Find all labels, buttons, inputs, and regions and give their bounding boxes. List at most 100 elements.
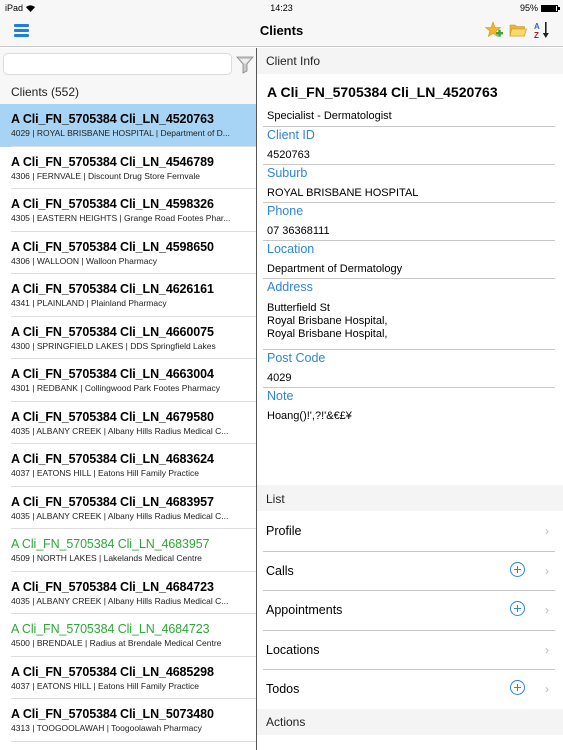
client-list-item[interactable]: A Cli_FN_5705384 Cli_LN_4679580 4035 | AL…: [0, 402, 256, 445]
client-subtitle: 4500 | BRENDALE | Radius at Brendale Med…: [11, 638, 222, 648]
client-list-item[interactable]: A Cli_FN_5705384 Cli_LN_4626161 4341 | PL…: [0, 274, 256, 317]
field-value: 4029: [267, 372, 292, 384]
client-subtitle: 4301 | REDBANK | Collingwood Park Footes…: [11, 383, 220, 393]
client-name: A Cli_FN_5705384 Cli_LN_4683957: [11, 537, 210, 551]
client-name: A Cli_FN_5705384 Cli_LN_4660075: [11, 324, 214, 339]
chevron-right-icon: ›: [545, 682, 549, 696]
client-subtitle: 4305 | EASTERN HEIGHTS | Grange Road Foo…: [11, 213, 231, 223]
chevron-right-icon: ›: [545, 563, 549, 578]
client-name: A Cli_FN_5705384 Cli_LN_4684723: [11, 579, 214, 594]
client-list-pane: Clients (552) A Cli_FN_5705384 Cli_LN_45…: [0, 48, 256, 750]
field-note: Note Hoang()!',?!'&€£¥: [257, 387, 563, 485]
field-label: Location: [267, 242, 315, 256]
client-subtitle: 4035 | ALBANY CREEK | Albany Hills Radiu…: [11, 595, 229, 606]
add-circle-icon[interactable]: [510, 601, 525, 616]
client-list-item[interactable]: A Cli_FN_5705384 Cli_LN_4546789 4306 | FE…: [0, 147, 256, 190]
field-post-code: Post Code 4029: [257, 349, 563, 387]
client-list-item[interactable]: A Cli_FN_5705384 Cli_LN_5073480 4313 | TO…: [0, 699, 256, 742]
battery-icon: [541, 4, 560, 12]
client-list-item[interactable]: A Cli_FN_5705384 Cli_LN_4660075 4300 | SP…: [0, 317, 256, 360]
client-subtitle: 4037 | EATONS HILL | Eatons Hill Family …: [11, 680, 200, 691]
client-subtitle: 4037 | EATONS HILL | Eatons Hill Family …: [11, 468, 200, 478]
list-row-todos[interactable]: Todos ›: [257, 669, 563, 709]
add-circle-icon[interactable]: [510, 680, 525, 695]
client-list-item[interactable]: A Cli_FN_5705384 Cli_LN_4683624 4037 | EA…: [0, 444, 256, 487]
add-favorite-button[interactable]: [484, 21, 503, 39]
client-name: A Cli_FN_5705384 Cli_LN_4679580: [11, 409, 214, 424]
actions-section-header: Actions: [257, 708, 563, 735]
client-name: A Cli_FN_5705384 Cli_LN_4520763: [267, 84, 498, 100]
client-subtitle: 4300 | SPRINGFIELD LAKES | DDS Springfie…: [11, 340, 216, 351]
field-suburb: Suburb ROYAL BRISBANE HOSPITAL: [257, 164, 563, 202]
client-list-item[interactable]: A Cli_FN_5705384 Cli_LN_4663004 4301 | RE…: [0, 359, 256, 402]
client-name: A Cli_FN_5705384 Cli_LN_4683624: [11, 452, 214, 466]
client-list-item[interactable]: A Cli_FN_5705384 Cli_LN_4683957 4035 | AL…: [0, 487, 256, 530]
client-list-item[interactable]: A Cli_FN_5705384 Cli_LN_4684723 4035 | AL…: [0, 572, 256, 615]
client-list-item[interactable]: A Cli_FN_5705384 Cli_LN_4683957 4509 | NO…: [0, 529, 256, 572]
phone-link[interactable]: 07 36368111: [267, 222, 563, 240]
field-phone: Phone 07 36368111: [257, 202, 563, 240]
star-plus-icon: [484, 21, 503, 38]
field-label: Suburb: [267, 166, 308, 180]
list-row-label: Appointments: [266, 603, 343, 617]
list-row-label: Todos: [266, 682, 300, 696]
client-name: A Cli_FN_5705384 Cli_LN_4685298: [11, 664, 214, 679]
client-name: A Cli_FN_5705384 Cli_LN_4598650: [11, 239, 214, 254]
chevron-right-icon: ›: [545, 642, 549, 657]
field-label: Address: [267, 280, 313, 294]
folder-icon: [509, 24, 527, 37]
client-subtitle: 4313 | TOOGOOLAWAH | Toogoolawah Pharmac…: [11, 723, 202, 733]
client-subtitle: 4029 | ROYAL BRISBANE HOSPITAL | Departm…: [11, 128, 230, 138]
clients-count-header: Clients (552): [0, 80, 256, 104]
client-name: A Cli_FN_5705384 Cli_LN_4684723: [11, 622, 210, 636]
client-name: A Cli_FN_5705384 Cli_LN_4683957: [11, 494, 214, 509]
navigation-bar: Clients A Z: [0, 16, 563, 47]
list-row-locations[interactable]: Locations ›: [257, 629, 563, 670]
battery: 95%: [520, 3, 560, 13]
client-name: A Cli_FN_5705384 Cli_LN_4598326: [11, 197, 214, 211]
client-list-item[interactable]: A Cli_FN_5705384 Cli_LN_4684723 4500 | BR…: [0, 614, 256, 657]
field-label: Phone: [267, 204, 304, 218]
open-folder-button[interactable]: [509, 21, 527, 39]
client-type: Specialist - Dermatologist: [267, 110, 392, 122]
client-name: A Cli_FN_5705384 Cli_LN_4663004: [11, 367, 214, 381]
list-row-calls[interactable]: Calls ›: [257, 550, 563, 591]
client-list-item[interactable]: A Cli_FN_5705384 Cli_LN_4598326 4305 | EA…: [0, 189, 256, 232]
address-line: Royal Brisbane Hospital,: [267, 315, 388, 327]
client-info-header: Client Info: [257, 48, 563, 74]
field-label: Post Code: [267, 351, 326, 365]
client-list: A Cli_FN_5705384 Cli_LN_4520763 4029 | RO…: [0, 104, 256, 742]
client-name: A Cli_FN_5705384 Cli_LN_4626161: [11, 282, 214, 296]
list-row-label: Calls: [266, 563, 294, 578]
field-value: ROYAL BRISBANE HOSPITAL: [267, 187, 419, 199]
client-subtitle: 4306 | FERNVALE | Discount Drug Store Fe…: [11, 170, 200, 181]
field-value: Department of Dermatology: [267, 263, 403, 275]
client-list-item[interactable]: A Cli_FN_5705384 Cli_LN_4685298 4037 | EA…: [0, 657, 256, 700]
client-subtitle: 4035 | ALBANY CREEK | Albany Hills Radiu…: [11, 510, 229, 521]
page-title: Clients: [259, 23, 304, 38]
client-list-item[interactable]: A Cli_FN_5705384 Cli_LN_4598650 4306 | WA…: [0, 232, 256, 275]
client-detail-pane: Client Info A Cli_FN_5705384 Cli_LN_4520…: [257, 48, 563, 750]
field-value: Hoang()!',?!'&€£¥: [267, 410, 352, 422]
related-list: Profile › Calls › Appointments › Locations › Tod…: [257, 511, 563, 709]
funnel-filter-icon: [236, 56, 254, 74]
search-bar: [0, 48, 256, 80]
list-row-label: Locations: [266, 642, 320, 657]
svg-text:A: A: [534, 22, 540, 31]
address-line: Royal Brisbane Hospital,: [267, 328, 388, 340]
chevron-right-icon: ›: [545, 524, 549, 538]
list-row-profile[interactable]: Profile ›: [257, 511, 563, 551]
list-row-appointments[interactable]: Appointments ›: [257, 590, 563, 630]
field-address: Address Butterfield St Royal Brisbane Ho…: [257, 278, 563, 349]
client-subtitle: 4306 | WALLOON | Walloon Pharmacy: [11, 255, 157, 266]
client-name: A Cli_FN_5705384 Cli_LN_4520763: [11, 112, 214, 126]
client-subtitle: 4509 | NORTH LAKES | Lakelands Medical C…: [11, 553, 202, 563]
client-name: A Cli_FN_5705384 Cli_LN_4546789: [11, 154, 214, 169]
client-list-item[interactable]: A Cli_FN_5705384 Cli_LN_4520763 4029 | RO…: [0, 104, 256, 147]
filter-button[interactable]: [236, 54, 254, 74]
sort-az-button[interactable]: A Z: [533, 21, 551, 40]
search-input[interactable]: [3, 53, 232, 75]
add-circle-icon[interactable]: [510, 561, 525, 577]
svg-text:Z: Z: [534, 31, 539, 39]
address-value[interactable]: Butterfield St Royal Brisbane Hospital, …: [267, 298, 563, 349]
